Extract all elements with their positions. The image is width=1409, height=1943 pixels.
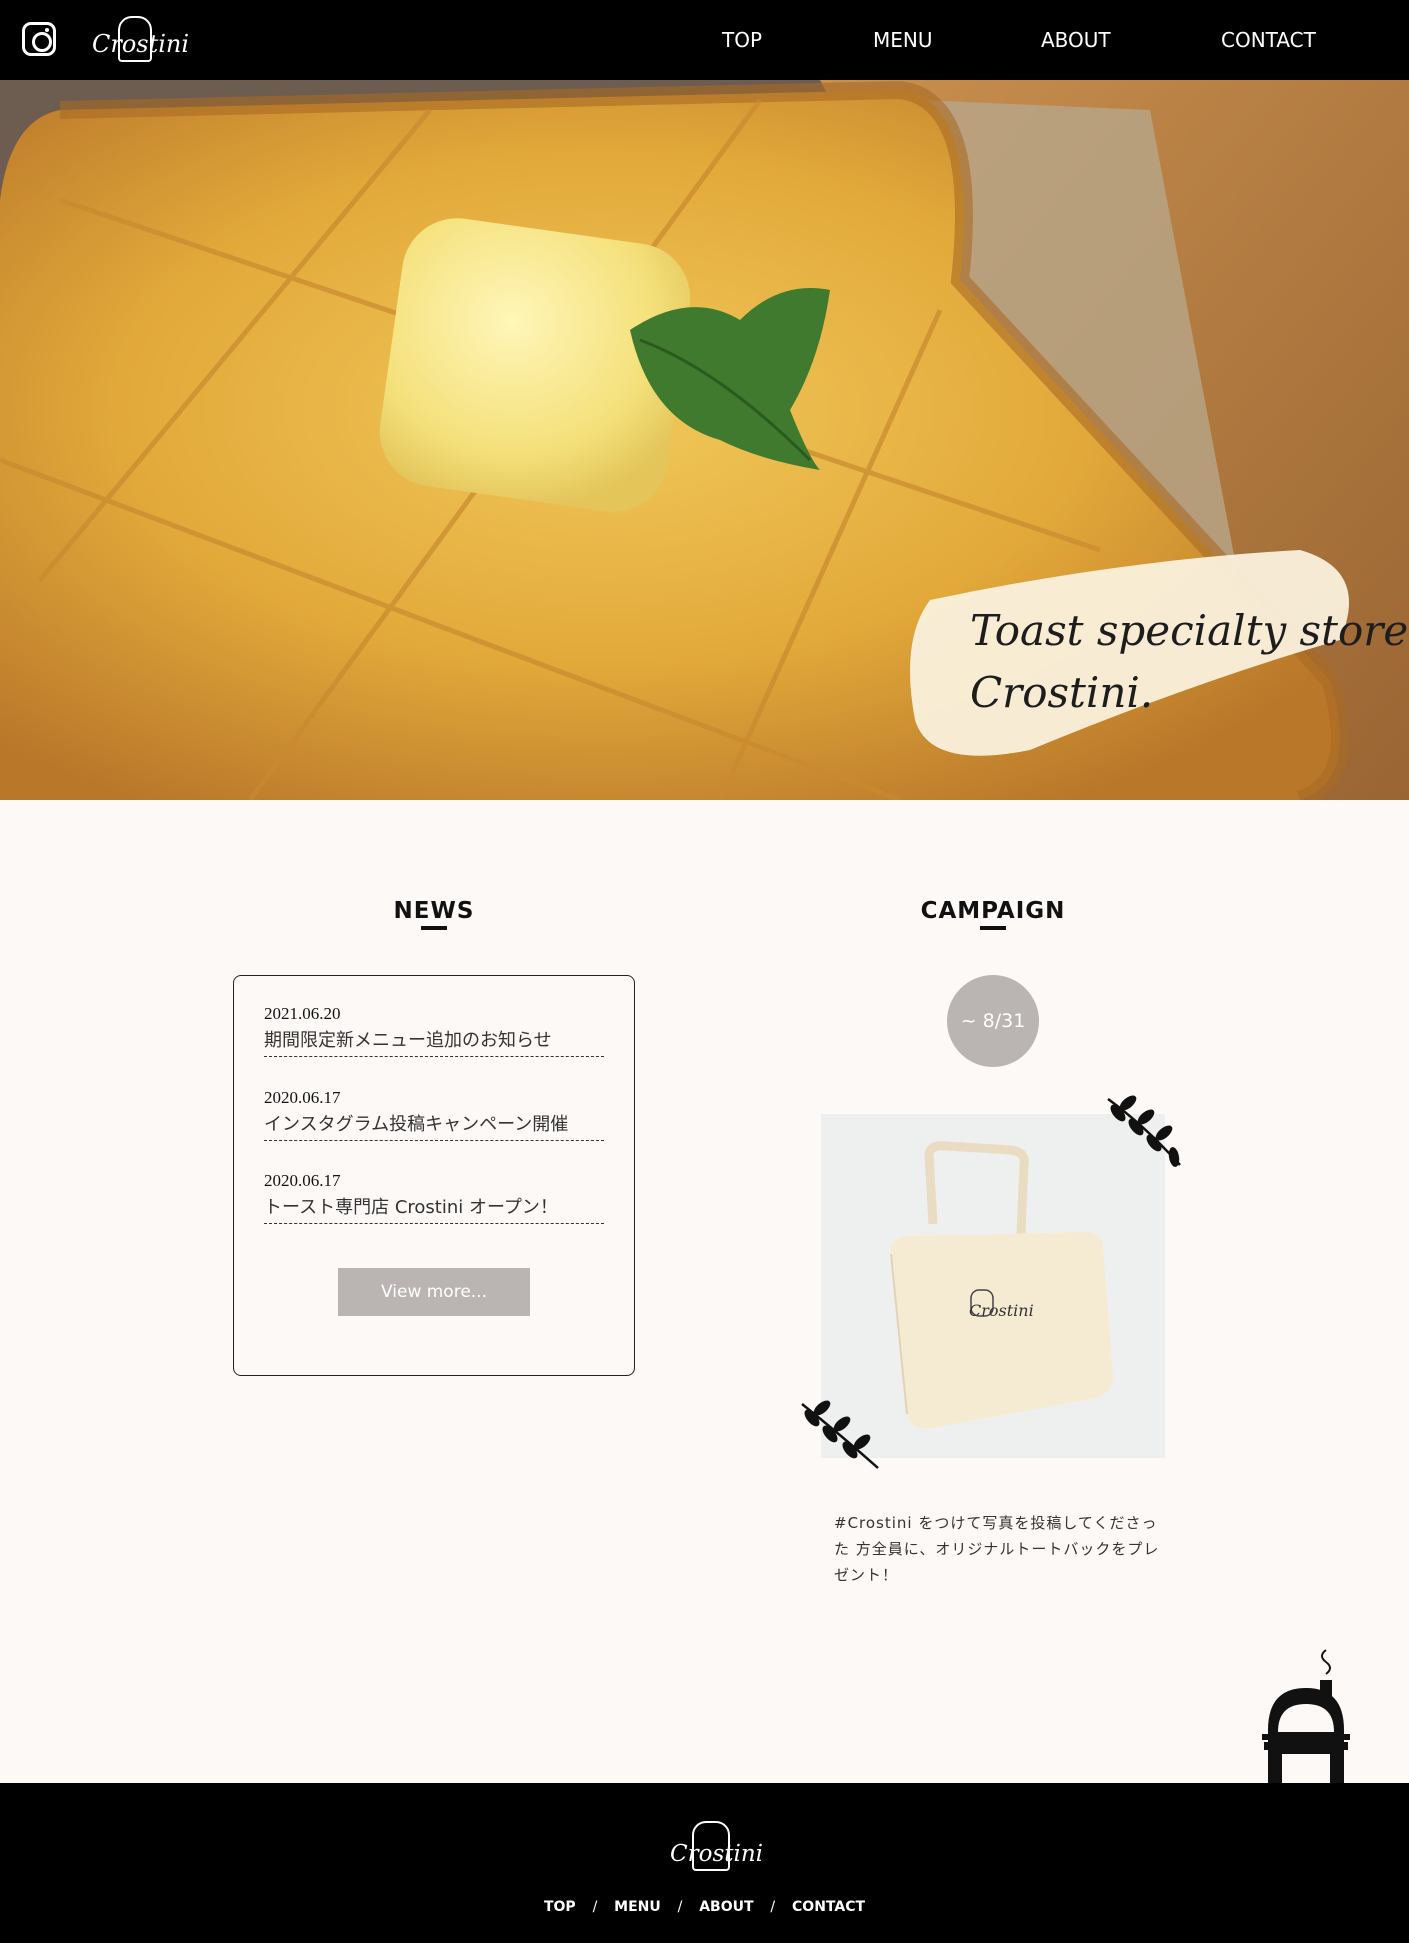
site-header: Crostini TOP MENU ABOUT CONTACT <box>0 0 1409 80</box>
tagline-line-2: Crostini. <box>970 668 1154 717</box>
news-text: 期間限定新メニュー追加のお知らせ <box>264 1030 552 1051</box>
site-footer: Crostini TOP / MENU / ABOUT / CONTACT <box>0 1783 1409 1943</box>
footer-nav-separator: / <box>677 1899 683 1915</box>
footer-nav-about[interactable]: ABOUT <box>699 1899 753 1915</box>
nav-about[interactable]: ABOUT <box>1041 28 1111 52</box>
campaign-heading: CAMPAIGN <box>913 898 1073 930</box>
footer-logo[interactable]: Crostini <box>664 1819 763 1875</box>
news-text: インスタグラム投稿キャンペーン開催 <box>264 1114 569 1135</box>
news-item[interactable]: 2020.06.17 インスタグラム投稿キャンペーン開催 <box>264 1088 604 1141</box>
footer-nav-top[interactable]: TOP <box>544 1899 576 1915</box>
brand-logo[interactable]: Crostini <box>90 14 189 66</box>
news-panel: 2021.06.20 期間限定新メニュー追加のお知らせ 2020.06.17 イ… <box>233 975 635 1376</box>
title-underline <box>421 926 447 930</box>
campaign-deadline-badge: ~ 8/31 <box>947 975 1039 1067</box>
campaign-description: #Crostini をつけて写真を投稿してくださった 方全員に、オリジナルトート… <box>834 1514 1160 1584</box>
news-date: 2020.06.17 <box>264 1088 341 1107</box>
campaign-title-text: CAMPAIGN <box>920 898 1066 924</box>
news-date: 2021.06.20 <box>264 1004 341 1023</box>
footer-nav-separator: / <box>592 1899 598 1915</box>
news-text: トースト専門店 Crostini オープン！ <box>264 1197 558 1218</box>
oven-icon <box>1262 1649 1350 1784</box>
nav-contact[interactable]: CONTACT <box>1221 28 1316 52</box>
title-underline <box>980 926 1006 930</box>
brand-name: Crostini <box>92 30 190 58</box>
nav-top[interactable]: TOP <box>722 28 762 52</box>
footer-nav-separator: / <box>770 1899 776 1915</box>
view-more-button[interactable]: View more... <box>338 1268 530 1316</box>
news-date: 2020.06.17 <box>264 1171 341 1190</box>
news-item[interactable]: 2020.06.17 トースト専門店 Crostini オープン！ <box>264 1171 604 1224</box>
hero-banner: Toast specialty store Crostini. <box>0 80 1409 800</box>
nav-menu[interactable]: MENU <box>873 28 933 52</box>
news-item[interactable]: 2021.06.20 期間限定新メニュー追加のお知らせ <box>264 1004 604 1057</box>
footer-nav-menu[interactable]: MENU <box>614 1899 661 1915</box>
leaf-icon <box>801 1400 879 1469</box>
footer-brand-name: Crostini <box>670 1841 764 1867</box>
hero-tagline: Toast specialty store Crostini. <box>970 600 1408 724</box>
footer-nav: TOP / MENU / ABOUT / CONTACT <box>0 1899 1409 1915</box>
bag-brand-text: Crostini <box>969 1301 1034 1320</box>
news-title-text: NEWS <box>393 898 475 924</box>
instagram-icon[interactable] <box>22 22 56 56</box>
leaf-icon <box>1107 1095 1181 1167</box>
footer-nav-contact[interactable]: CONTACT <box>792 1899 865 1915</box>
news-heading: NEWS <box>384 898 484 930</box>
tagline-line-1: Toast specialty store <box>970 606 1409 655</box>
